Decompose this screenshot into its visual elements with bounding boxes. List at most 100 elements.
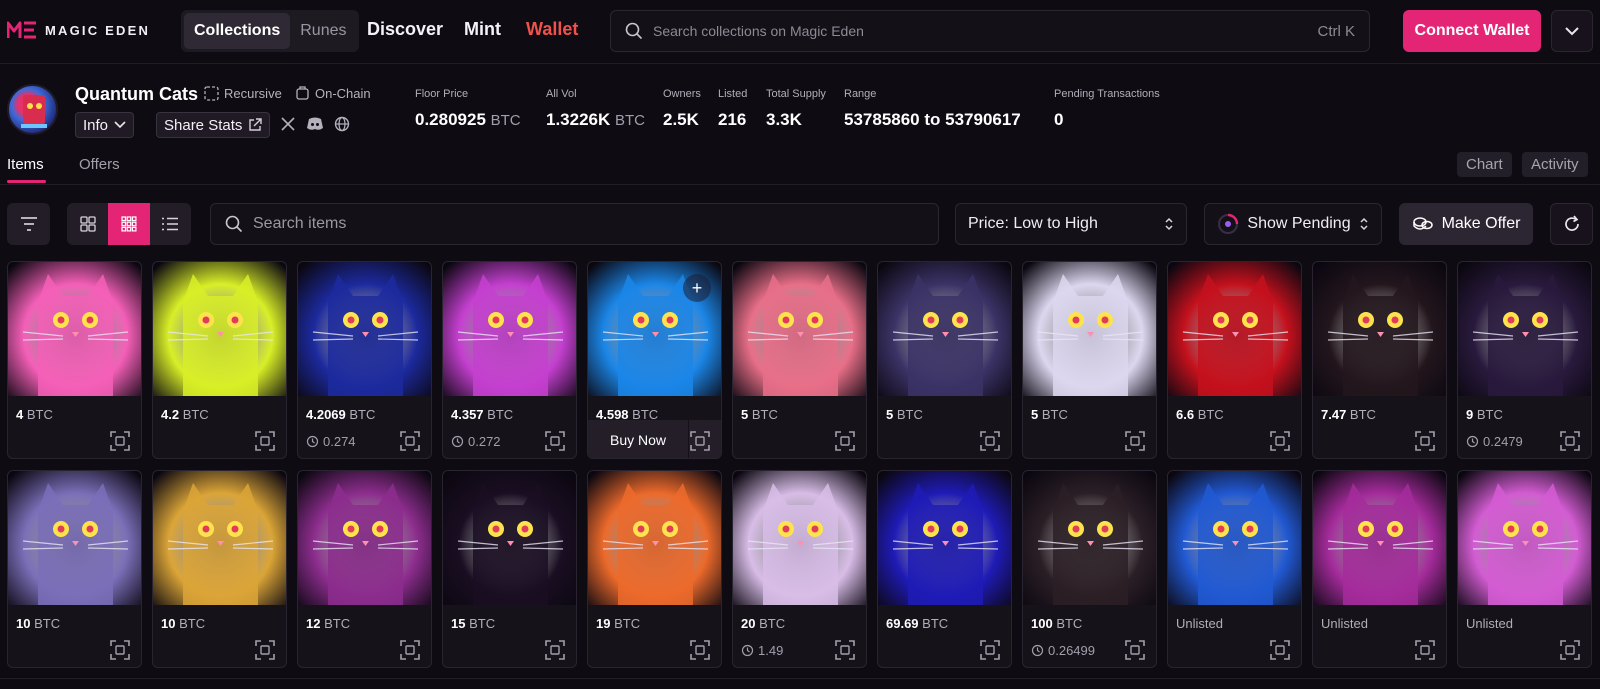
item-image[interactable] [1313, 471, 1446, 605]
item-card[interactable]: 7.47 BTC [1312, 261, 1447, 459]
global-search-input[interactable] [653, 23, 1318, 39]
item-image[interactable] [733, 471, 866, 605]
inspect-item-button[interactable] [544, 430, 566, 452]
inspect-item-button[interactable] [544, 639, 566, 661]
item-image[interactable] [443, 471, 576, 605]
connect-wallet-button[interactable]: Connect Wallet [1403, 10, 1541, 52]
item-card[interactable]: 100 BTC 0.26499 [1022, 470, 1157, 668]
item-card[interactable]: 12 BTC [297, 470, 432, 668]
segment-runes[interactable]: Runes [290, 13, 356, 49]
inspect-item-button[interactable] [689, 639, 711, 661]
inspect-item-button[interactable] [1269, 430, 1291, 452]
item-card[interactable]: 5 BTC [1022, 261, 1157, 459]
activity-toggle[interactable]: Activity [1522, 152, 1588, 177]
inspect-item-button[interactable] [1124, 430, 1146, 452]
cat-art-icon [1168, 471, 1301, 605]
inspect-item-button[interactable] [979, 430, 1001, 452]
inspect-item-button[interactable] [1269, 639, 1291, 661]
item-card[interactable]: 10 BTC [7, 470, 142, 668]
item-image[interactable] [1458, 471, 1591, 605]
item-card[interactable]: 69.69 BTC [877, 470, 1012, 668]
inspect-item-button[interactable] [834, 430, 856, 452]
item-card[interactable]: 4 BTC [7, 261, 142, 459]
item-card[interactable]: 4.2 BTC [152, 261, 287, 459]
item-image[interactable] [8, 262, 141, 396]
share-stats-button[interactable]: Share Stats [156, 112, 271, 138]
item-card[interactable]: 4.2069 BTC 0.274 [297, 261, 432, 459]
item-card[interactable]: 4.357 BTC 0.272 [442, 261, 577, 459]
item-card[interactable]: 19 BTC [587, 470, 722, 668]
refresh-button[interactable] [1550, 203, 1593, 245]
inspect-item-button[interactable] [689, 430, 711, 452]
menu-dropdown-button[interactable] [1551, 10, 1593, 52]
chart-toggle[interactable]: Chart [1457, 152, 1512, 177]
listed-label: Listed [718, 88, 748, 100]
item-card[interactable]: Unlisted [1457, 470, 1592, 668]
view-large-grid[interactable] [67, 203, 108, 245]
inspect-item-button[interactable] [979, 639, 1001, 661]
show-pending-select[interactable]: Show Pending [1204, 203, 1382, 245]
item-card[interactable]: 10 BTC [152, 470, 287, 668]
x-twitter-icon[interactable] [280, 116, 296, 132]
view-list[interactable] [150, 203, 191, 245]
info-dropdown[interactable]: Info [75, 112, 135, 138]
filter-button[interactable] [7, 203, 50, 245]
inspect-item-button[interactable] [834, 639, 856, 661]
pending-transactions-value: 0 [1054, 110, 1064, 129]
inspect-item-button[interactable] [109, 430, 131, 452]
discord-icon[interactable] [306, 116, 324, 132]
inspect-item-button[interactable] [1414, 430, 1436, 452]
item-image[interactable] [298, 262, 431, 396]
item-image[interactable] [588, 471, 721, 605]
brand-logo[interactable]: MAGIC EDEN [7, 20, 150, 40]
item-image[interactable] [443, 262, 576, 396]
item-image[interactable] [1023, 262, 1156, 396]
share-stats-label: Share Stats [164, 116, 243, 134]
item-image[interactable] [153, 471, 286, 605]
sort-select[interactable]: Price: Low to High [955, 203, 1187, 245]
item-image[interactable] [1168, 262, 1301, 396]
inspect-item-button[interactable] [1559, 639, 1581, 661]
item-card[interactable]: 5 BTC [877, 261, 1012, 459]
nav-mint[interactable]: Mint [464, 19, 501, 40]
item-image[interactable] [878, 471, 1011, 605]
focus-frame-icon [1125, 431, 1145, 451]
make-offer-button[interactable]: Make Offer [1399, 203, 1533, 245]
nav-discover[interactable]: Discover [367, 19, 443, 40]
buy-now-button[interactable]: Buy Now [588, 420, 688, 458]
item-card[interactable]: 5 BTC [732, 261, 867, 459]
item-card[interactable]: 6.6 BTC [1167, 261, 1302, 459]
item-image[interactable] [1168, 471, 1301, 605]
item-card[interactable]: Unlisted [1167, 470, 1302, 668]
add-to-cart-icon[interactable]: + [683, 274, 711, 302]
item-image[interactable] [733, 262, 866, 396]
segment-collections[interactable]: Collections [184, 13, 291, 49]
item-card[interactable]: 15 BTC [442, 470, 577, 668]
inspect-item-button[interactable] [1414, 639, 1436, 661]
items-search-input[interactable] [253, 215, 924, 233]
item-card[interactable]: 4.598 BTC Buy Now + [587, 261, 722, 459]
tab-items[interactable]: Items [7, 156, 44, 173]
item-image[interactable] [1458, 262, 1591, 396]
item-card[interactable]: 9 BTC 0.2479 [1457, 261, 1592, 459]
website-globe-icon[interactable] [334, 116, 350, 132]
inspect-item-button[interactable] [1559, 430, 1581, 452]
inspect-item-button[interactable] [254, 639, 276, 661]
nav-wallet[interactable]: Wallet [526, 19, 578, 40]
inspect-item-button[interactable] [1124, 639, 1146, 661]
item-image[interactable] [1023, 471, 1156, 605]
item-image[interactable] [153, 262, 286, 396]
inspect-item-button[interactable] [109, 639, 131, 661]
inspect-item-button[interactable] [254, 430, 276, 452]
item-image[interactable] [878, 262, 1011, 396]
item-card[interactable]: Unlisted [1312, 470, 1447, 668]
tab-offers[interactable]: Offers [79, 156, 120, 173]
pending-ring-icon [1218, 213, 1239, 234]
inspect-item-button[interactable] [399, 639, 421, 661]
inspect-item-button[interactable] [399, 430, 421, 452]
item-image[interactable] [298, 471, 431, 605]
view-compact-grid[interactable] [108, 203, 150, 245]
item-card[interactable]: 20 BTC 1.49 [732, 470, 867, 668]
item-image[interactable] [1313, 262, 1446, 396]
item-image[interactable] [8, 471, 141, 605]
